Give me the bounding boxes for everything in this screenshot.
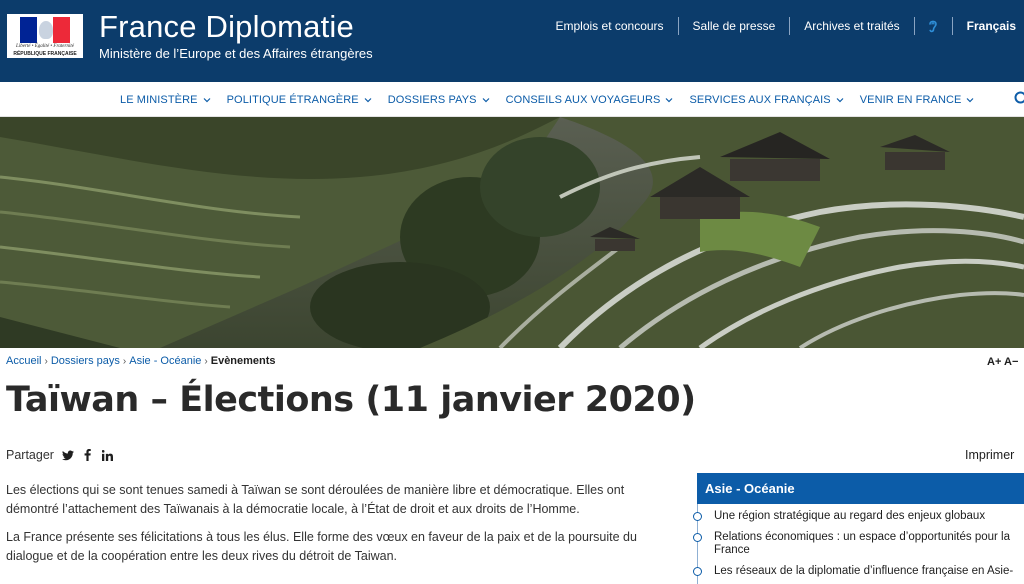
- twitter-icon[interactable]: [62, 449, 74, 461]
- hero-image: [0, 117, 1024, 348]
- search-icon[interactable]: [1014, 91, 1024, 107]
- chevron-down-icon: [966, 97, 974, 103]
- site-title[interactable]: France Diplomatie: [99, 9, 354, 45]
- link-salle-de-presse[interactable]: Salle de presse: [679, 17, 791, 35]
- nav-venir-en-france[interactable]: VENIR EN FRANCE: [852, 94, 983, 106]
- chevron-down-icon: [836, 97, 844, 103]
- font-size-controls[interactable]: A+ A−: [987, 356, 1018, 368]
- chevron-down-icon: [364, 97, 372, 103]
- ear-icon[interactable]: [915, 17, 953, 35]
- bullet-dot-icon: [693, 533, 702, 542]
- republique-francaise-logo[interactable]: Liberté • Égalité • Fraternité RÉPUBLIQU…: [7, 14, 83, 58]
- chevron-down-icon: [482, 97, 490, 103]
- logo-motto: Liberté • Égalité • Fraternité: [9, 44, 81, 50]
- sidebar-item[interactable]: Relations économiques : un espace d’oppo…: [697, 531, 1022, 557]
- breadcrumb-current: Evènements: [211, 355, 276, 367]
- nav-le-ministere[interactable]: LE MINISTÈRE: [112, 94, 219, 106]
- link-emplois[interactable]: Emplois et concours: [542, 17, 679, 35]
- sidebar-item-label: Une région stratégique au regard des enj…: [714, 510, 985, 522]
- nav-services-aux-francais[interactable]: SERVICES AUX FRANÇAIS: [681, 94, 851, 106]
- nav-label: DOSSIERS PAYS: [388, 94, 477, 106]
- bullet-dot-icon: [693, 512, 702, 521]
- nav-politique-etrangere[interactable]: POLITIQUE ÉTRANGÈRE: [219, 94, 380, 106]
- nav-label: SERVICES AUX FRANÇAIS: [689, 94, 830, 106]
- breadcrumb-separator: ›: [204, 356, 207, 367]
- chevron-down-icon: [665, 97, 673, 103]
- site-header: Liberté • Égalité • Fraternité RÉPUBLIQU…: [0, 0, 1024, 82]
- french-flag-icon: [20, 17, 70, 43]
- bullet-dot-icon: [693, 567, 702, 576]
- link-archives[interactable]: Archives et traités: [790, 17, 914, 35]
- nav-label: POLITIQUE ÉTRANGÈRE: [227, 94, 359, 106]
- sidebar-item-label: Relations économiques : un espace d’oppo…: [714, 531, 1010, 556]
- breadcrumb-dossiers-pays[interactable]: Dossiers pays: [51, 355, 120, 367]
- share-bar: Partager: [6, 448, 114, 462]
- nav-conseils-aux-voyageurs[interactable]: CONSEILS AUX VOYAGEURS: [498, 94, 682, 106]
- logo-republic: RÉPUBLIQUE FRANÇAISE: [9, 51, 81, 57]
- breadcrumb-separator: ›: [123, 356, 126, 367]
- article-paragraph: Les élections qui se sont tenues samedi …: [6, 481, 666, 518]
- article-paragraph: La France présente ses félicitations à t…: [6, 528, 666, 565]
- sidebar-list: Une région stratégique au regard des enj…: [697, 504, 1024, 578]
- linkedin-icon[interactable]: [102, 449, 114, 461]
- utility-nav: Emplois et concours Salle de presse Arch…: [542, 17, 1017, 35]
- sidebar-item[interactable]: Les réseaux de la diplomatie d’influence…: [697, 565, 1022, 578]
- nav-dossiers-pays[interactable]: DOSSIERS PAYS: [380, 94, 498, 106]
- sidebar-item[interactable]: Une région stratégique au regard des enj…: [697, 510, 1022, 523]
- share-label: Partager: [6, 448, 54, 462]
- language-selector[interactable]: Français: [953, 17, 1016, 35]
- breadcrumb: Accueil › Dossiers pays › Asie - Océanie…: [6, 355, 276, 367]
- page-title: Taïwan – Élections (11 janvier 2020): [6, 380, 696, 420]
- main-nav: LE MINISTÈRE POLITIQUE ÉTRANGÈRE DOSSIER…: [0, 82, 1024, 117]
- breadcrumb-separator: ›: [44, 356, 47, 367]
- facebook-icon[interactable]: [82, 449, 94, 461]
- chevron-down-icon: [203, 97, 211, 103]
- breadcrumb-asie-oceanie[interactable]: Asie - Océanie: [129, 355, 201, 367]
- nav-label: LE MINISTÈRE: [120, 94, 198, 106]
- site-subtitle: Ministère de l’Europe et des Affaires ét…: [99, 46, 373, 61]
- article-body: Les élections qui se sont tenues samedi …: [6, 481, 666, 575]
- sidebar-related: Asie - Océanie Une région stratégique au…: [697, 473, 1024, 583]
- nav-label: CONSEILS AUX VOYAGEURS: [506, 94, 661, 106]
- print-link[interactable]: Imprimer: [965, 448, 1014, 462]
- breadcrumb-accueil[interactable]: Accueil: [6, 355, 41, 367]
- sidebar-item-label: Les réseaux de la diplomatie d’influence…: [714, 565, 1013, 577]
- sidebar-title: Asie - Océanie: [697, 473, 1024, 504]
- nav-label: VENIR EN FRANCE: [860, 94, 962, 106]
